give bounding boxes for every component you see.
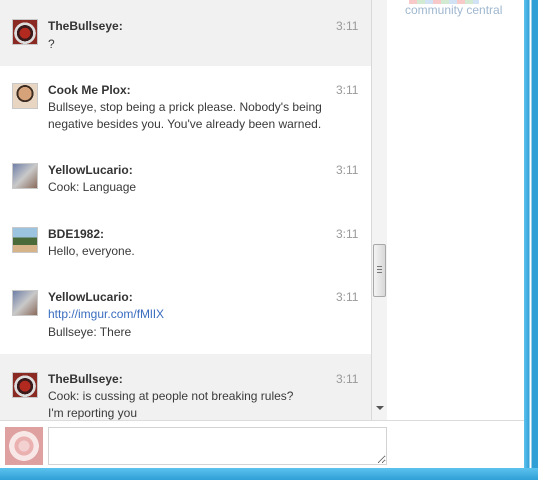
message-text: ? [48, 37, 55, 51]
message-time: 3:11 [336, 372, 359, 386]
message-text: Cook: Language [48, 180, 137, 194]
window-frame-right [524, 0, 538, 480]
lucario-avatar-icon[interactable] [12, 163, 38, 189]
grip-line [377, 266, 382, 267]
message-username[interactable]: TheBullseye: [48, 372, 123, 386]
bullseye-avatar-icon[interactable] [12, 19, 38, 45]
message-text: I'm reporting you [48, 406, 137, 420]
message-time: 3:11 [336, 290, 359, 304]
chat-message: YellowLucario: 3:11 Cook: Language [0, 146, 372, 210]
message-username[interactable]: BDE1982: [48, 227, 104, 241]
chat-message: YellowLucario: 3:11 http://imgur.com/fMl… [0, 274, 372, 354]
message-username[interactable]: YellowLucario: [48, 290, 133, 304]
scroll-down-arrow-icon[interactable] [376, 406, 384, 410]
message-time: 3:11 [336, 163, 359, 177]
chat-message: Cook Me Plox: 3:11 Bullseye, stop being … [0, 66, 372, 146]
message-link[interactable]: http://imgur.com/fMlIX [48, 307, 164, 321]
grip-line [377, 269, 382, 270]
window-frame-bottom [0, 468, 538, 480]
message-text: negative besides you. You've already bee… [48, 117, 322, 131]
bullseye-avatar-icon[interactable] [12, 372, 38, 398]
chat-scrollbar[interactable] [371, 0, 387, 420]
chat-message: BDE1982: 3:11 Hello, everyone. [0, 210, 372, 274]
user-list-panel: community central [387, 0, 524, 420]
community-central-link[interactable]: community central [405, 3, 502, 17]
grip-line [377, 272, 382, 273]
message-username[interactable]: YellowLucario: [48, 163, 133, 177]
message-time: 3:11 [336, 83, 359, 97]
message-username[interactable]: TheBullseye: [48, 19, 123, 33]
lucario-avatar-icon[interactable] [12, 290, 38, 316]
message-text: Hello, everyone. [48, 244, 135, 258]
message-compose-bar [0, 420, 524, 468]
self-avatar-icon [5, 427, 43, 465]
bde-avatar-icon[interactable] [12, 227, 38, 253]
message-text: Bullseye: There [48, 325, 132, 339]
message-time: 3:11 [336, 227, 359, 241]
message-username[interactable]: Cook Me Plox: [48, 83, 131, 97]
message-input[interactable] [48, 427, 387, 465]
chat-window: TheBullseye: 3:11 ? Cook Me Plox: 3:11 B… [0, 0, 524, 468]
scrollbar-thumb[interactable] [373, 244, 386, 297]
cook-avatar-icon[interactable] [12, 83, 38, 109]
chat-message-list: TheBullseye: 3:11 ? Cook Me Plox: 3:11 B… [0, 0, 372, 420]
message-time: 3:11 [336, 19, 359, 33]
message-text: Cook: is cussing at people not breaking … [48, 389, 294, 403]
chat-message: TheBullseye: 3:11 ? [0, 0, 372, 66]
message-text: Bullseye, stop being a prick please. Nob… [48, 100, 322, 114]
chat-message: TheBullseye: 3:11 Cook: is cussing at pe… [0, 354, 372, 420]
